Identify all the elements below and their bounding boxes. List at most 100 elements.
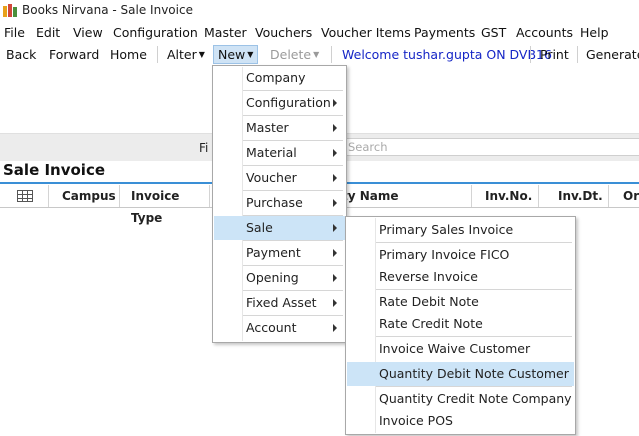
menu-item-label: Primary Sales Invoice: [379, 222, 514, 237]
menu-master[interactable]: Master: [204, 25, 247, 40]
menu-item-label: Sale: [246, 220, 273, 235]
generate-button[interactable]: Generate F: [586, 47, 639, 62]
new-dropdown-menu: Company Configuration Master Material Vo…: [212, 65, 347, 343]
menu-item-label: Opening: [246, 270, 299, 285]
column-header-ori[interactable]: Ori: [609, 185, 639, 207]
new-button[interactable]: New ▼: [213, 45, 259, 64]
title-bar: Books Nirvana - Sale Invoice: [0, 0, 639, 22]
chevron-right-icon: [333, 124, 337, 132]
menu-item-label: Quantity Debit Note Customer: [379, 366, 569, 381]
chevron-down-icon: ▼: [198, 50, 205, 59]
menu-payments[interactable]: Payments: [414, 25, 475, 40]
menu-item-label: Rate Debit Note: [379, 294, 479, 309]
menu-file[interactable]: File: [4, 25, 25, 40]
menu-item-rate-debit-note[interactable]: Rate Debit Note: [347, 290, 574, 314]
menu-item-invoice-pos[interactable]: Invoice POS: [347, 409, 574, 433]
menu-voucher-items[interactable]: Voucher Items: [321, 25, 411, 40]
alter-button[interactable]: Alter ▼: [167, 47, 205, 62]
menu-item-purchase[interactable]: Purchase: [214, 191, 345, 215]
column-chooser[interactable]: [0, 185, 49, 207]
search-input[interactable]: Search: [343, 138, 639, 156]
menu-item-label: Invoice Waive Customer: [379, 341, 531, 356]
column-label: Campus: [62, 189, 116, 203]
grid-icon: [17, 190, 33, 202]
column-header-inv-dt[interactable]: Inv.Dt.: [539, 185, 609, 207]
menu-item-account[interactable]: Account: [214, 316, 345, 340]
column-label: Inv.Dt.: [558, 189, 603, 203]
menu-item-master[interactable]: Master: [214, 116, 345, 140]
toolbar: Back Forward Home Alter ▼ New ▼ Delete ▼ We…: [0, 44, 639, 66]
print-button[interactable]: Print: [540, 47, 569, 62]
new-label: New: [218, 47, 246, 62]
chevron-right-icon: [333, 249, 337, 257]
menu-item-payment[interactable]: Payment: [214, 241, 345, 265]
menu-item-voucher[interactable]: Voucher: [214, 166, 345, 190]
menu-item-label: Configuration: [246, 95, 331, 110]
menu-item-label: Rate Credit Note: [379, 316, 483, 331]
window-title: Books Nirvana - Sale Invoice: [22, 3, 193, 17]
chevron-down-icon: ▼: [247, 50, 254, 59]
menu-help[interactable]: Help: [580, 25, 609, 40]
toolbar-divider: [530, 46, 531, 63]
menu-item-rate-credit-note[interactable]: Rate Credit Note: [347, 312, 574, 336]
menu-item-label: Material: [246, 145, 297, 160]
menu-item-label: Company: [246, 70, 306, 85]
menu-item-label: Voucher: [246, 170, 297, 185]
forward-button[interactable]: Forward: [49, 47, 99, 62]
toolbar-divider: [157, 46, 158, 63]
menu-item-label: Fixed Asset: [246, 295, 317, 310]
column-label: ty Name: [342, 189, 399, 203]
chevron-right-icon: [333, 324, 337, 332]
column-label: Inv.No.: [485, 189, 533, 203]
menu-item-quantity-credit-note-company[interactable]: Quantity Credit Note Company: [347, 387, 574, 411]
menu-configuration[interactable]: Configuration: [113, 25, 198, 40]
menu-item-sale[interactable]: Sale: [214, 216, 345, 240]
app-books-icon: [3, 4, 17, 17]
menu-vouchers[interactable]: Vouchers: [255, 25, 312, 40]
toolbar-divider: [577, 46, 578, 63]
column-header-inv-no[interactable]: Inv.No.: [472, 185, 539, 207]
chevron-right-icon: [333, 149, 337, 157]
chevron-right-icon: [333, 199, 337, 207]
chevron-right-icon: [333, 274, 337, 282]
menu-item-material[interactable]: Material: [214, 141, 345, 165]
chevron-right-icon: [333, 224, 337, 232]
menu-item-label: Account: [246, 320, 297, 335]
menu-item-primary-invoice-fico[interactable]: Primary Invoice FICO: [347, 243, 574, 267]
menu-item-label: Purchase: [246, 195, 303, 210]
menu-item-opening[interactable]: Opening: [214, 266, 345, 290]
menu-item-primary-sales-invoice[interactable]: Primary Sales Invoice: [347, 218, 574, 242]
menu-gst[interactable]: GST: [481, 25, 506, 40]
column-header-invoice-type[interactable]: Invoice Type: [120, 185, 210, 225]
menu-item-label: Primary Invoice FICO: [379, 247, 510, 262]
menu-item-label: Master: [246, 120, 289, 135]
menu-view[interactable]: View: [73, 25, 103, 40]
menu-item-configuration[interactable]: Configuration: [214, 91, 345, 115]
menu-item-quantity-debit-note-customer[interactable]: Quantity Debit Note Customer: [347, 362, 574, 386]
menu-item-company[interactable]: Company: [214, 66, 345, 90]
page-title: Sale Invoice: [3, 161, 106, 179]
delete-label: Delete: [270, 47, 312, 62]
column-label: Invoice Type: [131, 189, 180, 225]
sale-submenu: Primary Sales Invoice Primary Invoice FI…: [345, 216, 576, 435]
menu-item-reverse-invoice[interactable]: Reverse Invoice: [347, 265, 574, 289]
back-button[interactable]: Back: [6, 47, 36, 62]
menu-item-fixed-asset[interactable]: Fixed Asset: [214, 291, 345, 315]
menu-item-label: Reverse Invoice: [379, 269, 478, 284]
welcome-text: Welcome tushar.gupta ON DVB16: [342, 47, 552, 62]
menu-item-label: Quantity Credit Note Company: [379, 391, 572, 406]
chevron-right-icon: [333, 99, 337, 107]
chevron-down-icon: ▼: [313, 50, 320, 59]
chevron-right-icon: [333, 299, 337, 307]
delete-button[interactable]: Delete ▼: [270, 47, 319, 62]
menu-accounts[interactable]: Accounts: [516, 25, 573, 40]
column-header-campus[interactable]: Campus: [49, 185, 120, 207]
home-button[interactable]: Home: [110, 47, 147, 62]
filter-label: Fi: [199, 141, 209, 155]
chevron-right-icon: [333, 174, 337, 182]
menu-bar: File Edit View Configuration Master Vouc…: [0, 22, 639, 43]
menu-edit[interactable]: Edit: [36, 25, 60, 40]
column-label: Ori: [623, 189, 639, 203]
menu-item-invoice-waive-customer[interactable]: Invoice Waive Customer: [347, 337, 574, 361]
alter-label: Alter: [167, 47, 197, 62]
